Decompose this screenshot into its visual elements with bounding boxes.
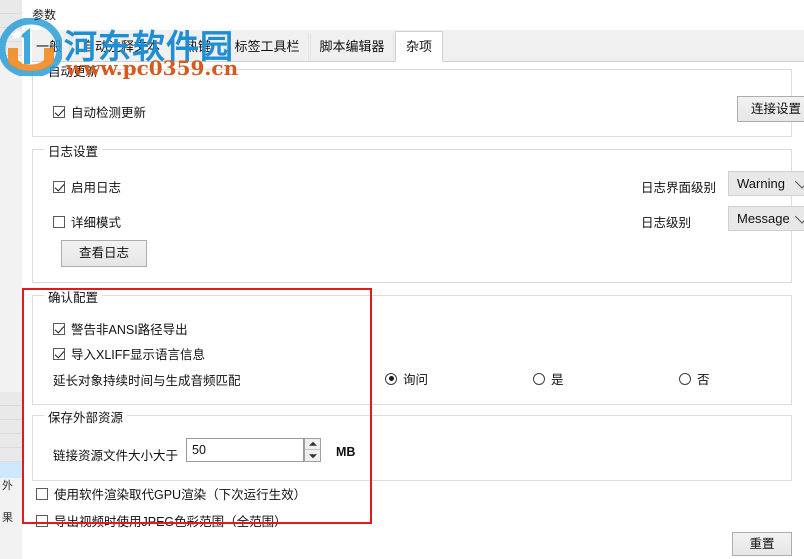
auto-detect-update-label: 自动检测更新 bbox=[71, 106, 147, 120]
tab-auto-comment[interactable]: 自动注释文本 bbox=[71, 33, 171, 61]
extend-duration-label: 延长对象持续时间与生成音频匹配 bbox=[53, 374, 241, 388]
bg-row bbox=[0, 434, 22, 448]
verbose-mode-label: 详细模式 bbox=[71, 216, 122, 230]
jpeg-range-checkbox[interactable]: 导出视频时使用JPEG色彩范围（全范围） bbox=[36, 511, 287, 530]
bg-row-label: 外 bbox=[2, 480, 13, 492]
bg-row-label: 果 bbox=[2, 512, 13, 524]
link-size-spin-buttons[interactable] bbox=[304, 438, 321, 462]
bg-row-selected bbox=[0, 462, 22, 478]
radio-ask[interactable]: 询问 bbox=[385, 369, 428, 388]
software-render-label: 使用软件渲染取代GPU渲染（下次运行生效） bbox=[54, 488, 307, 502]
background-window-strip: 外 果 bbox=[0, 0, 23, 559]
checkbox-box-icon bbox=[53, 347, 65, 360]
bg-row bbox=[0, 406, 22, 420]
log-ui-level-select[interactable]: Warning bbox=[728, 171, 804, 196]
external-resources-group: 保存外部资源 链接资源文件大小大于 50 MB bbox=[32, 407, 792, 481]
dialog-title: 参数 bbox=[32, 8, 57, 22]
radio-circle-icon bbox=[679, 372, 691, 385]
radio-ask-label: 询问 bbox=[403, 373, 429, 387]
log-level-select[interactable]: Message bbox=[728, 206, 804, 231]
reset-button[interactable]: 重置 bbox=[732, 532, 792, 556]
chevron-down-icon bbox=[794, 208, 804, 224]
bg-row bbox=[0, 448, 22, 462]
bg-row bbox=[0, 0, 22, 14]
caret-up-icon bbox=[308, 441, 317, 446]
tab-script-editor[interactable]: 脚本编辑器 bbox=[310, 33, 394, 61]
confirm-config-legend: 确认配置 bbox=[44, 287, 103, 306]
checkbox-box-icon bbox=[53, 215, 65, 228]
checkbox-box-icon bbox=[36, 487, 48, 500]
import-xliff-label: 导入XLIFF显示语言信息 bbox=[71, 348, 206, 362]
log-level-label: 日志级别 bbox=[641, 216, 692, 230]
view-log-button[interactable]: 查看日志 bbox=[61, 240, 147, 267]
bg-row bbox=[0, 14, 22, 28]
checkbox-box-icon bbox=[36, 514, 48, 527]
auto-update-group: 自动更新 自动检测更新 连接设置 bbox=[32, 61, 804, 137]
log-level-value: Message bbox=[737, 211, 790, 226]
bg-row bbox=[0, 420, 22, 434]
radio-yes[interactable]: 是 bbox=[533, 369, 564, 388]
parameters-dialog: 参数 一般 自动注释文本 热键 标签工具栏 脚本编辑器 杂项 自动更新 自动检测… bbox=[22, 0, 804, 559]
spin-down-button[interactable] bbox=[305, 450, 320, 461]
tab-tag-toolbar[interactable]: 标签工具栏 bbox=[225, 33, 309, 61]
import-xliff-checkbox[interactable]: 导入XLIFF显示语言信息 bbox=[53, 344, 205, 363]
screenshot-root: 外 果 参数 一般 自动注释文本 热键 标签工具栏 脚本编辑器 杂项 自动更新 … bbox=[0, 0, 804, 559]
tab-misc[interactable]: 杂项 bbox=[395, 31, 443, 62]
spin-up-button[interactable] bbox=[305, 439, 320, 450]
bg-row bbox=[0, 42, 22, 56]
verbose-mode-checkbox[interactable]: 详细模式 bbox=[53, 212, 121, 231]
radio-yes-label: 是 bbox=[551, 373, 564, 387]
link-size-unit: MB bbox=[336, 445, 356, 459]
radio-circle-icon bbox=[385, 372, 397, 385]
bg-row bbox=[0, 392, 22, 406]
checkbox-box-icon bbox=[53, 105, 65, 118]
chevron-down-icon bbox=[794, 173, 804, 189]
checkbox-box-icon bbox=[53, 180, 65, 193]
tab-general[interactable]: 一般 bbox=[28, 33, 70, 61]
radio-circle-icon bbox=[533, 372, 545, 385]
radio-no[interactable]: 否 bbox=[679, 369, 710, 388]
link-size-stepper[interactable]: 50 bbox=[186, 438, 326, 462]
external-resources-legend: 保存外部资源 bbox=[44, 407, 128, 426]
enable-log-checkbox[interactable]: 启用日志 bbox=[53, 177, 121, 196]
tab-bar: 一般 自动注释文本 热键 标签工具栏 脚本编辑器 杂项 bbox=[22, 30, 804, 62]
tab-hotkeys[interactable]: 热键 bbox=[172, 33, 224, 61]
log-settings-legend: 日志设置 bbox=[44, 141, 103, 160]
warn-non-ansi-checkbox[interactable]: 警告非ANSI路径导出 bbox=[53, 319, 188, 338]
auto-detect-update-checkbox[interactable]: 自动检测更新 bbox=[53, 102, 146, 121]
log-ui-level-value: Warning bbox=[737, 176, 785, 191]
connection-settings-button[interactable]: 连接设置 bbox=[737, 96, 804, 122]
log-settings-group: 日志设置 启用日志 详细模式 查看日志 日志界面级别 Warning 日志级别 bbox=[32, 141, 804, 283]
jpeg-range-label: 导出视频时使用JPEG色彩范围（全范围） bbox=[54, 515, 287, 529]
warn-non-ansi-label: 警告非ANSI路径导出 bbox=[71, 323, 188, 337]
bg-row bbox=[0, 28, 22, 42]
link-size-input[interactable]: 50 bbox=[186, 438, 304, 462]
checkbox-box-icon bbox=[53, 322, 65, 335]
log-ui-level-label: 日志界面级别 bbox=[641, 181, 717, 195]
link-size-label: 链接资源文件大小大于 bbox=[53, 449, 179, 463]
caret-down-icon bbox=[308, 453, 317, 458]
software-render-checkbox[interactable]: 使用软件渲染取代GPU渲染（下次运行生效） bbox=[36, 484, 306, 503]
misc-panel: 自动更新 自动检测更新 连接设置 日志设置 启用日志 详细模式 查看日志 日志界… bbox=[22, 61, 804, 559]
enable-log-label: 启用日志 bbox=[71, 181, 122, 195]
confirm-config-group: 确认配置 警告非ANSI路径导出 导入XLIFF显示语言信息 延长对象持续时间与… bbox=[32, 287, 792, 405]
auto-update-legend: 自动更新 bbox=[44, 61, 103, 80]
radio-no-label: 否 bbox=[697, 373, 710, 387]
